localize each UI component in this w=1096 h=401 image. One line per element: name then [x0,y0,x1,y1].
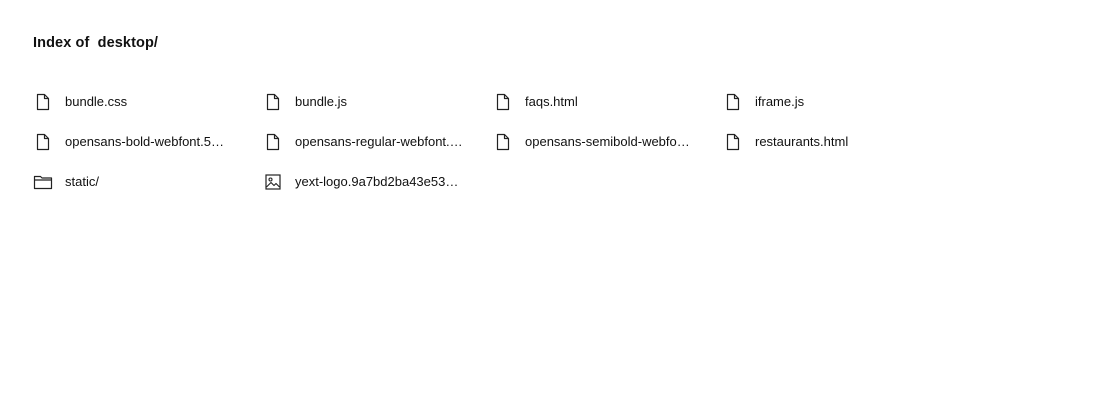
file-icon [493,132,513,152]
file-entry-bundle-css[interactable]: bundle.css [33,82,263,122]
file-entry-restaurants-html[interactable]: restaurants.html [723,122,953,162]
file-icon [263,92,283,112]
file-icon [33,132,53,152]
file-entry-opensans-semibold-webfont[interactable]: opensans-semibold-webfo… [493,122,723,162]
page-title: Index of desktop/ [33,35,159,51]
file-listing: bundle.css bundle.js faqs.html iframe.js… [33,82,953,202]
folder-entry-static[interactable]: static/ [33,162,263,202]
file-entry-label: opensans-bold-webfont.5… [65,134,224,149]
file-icon [723,132,743,152]
file-entry-label: opensans-regular-webfont.… [295,134,463,149]
file-entry-faqs-html[interactable]: faqs.html [493,82,723,122]
file-icon [493,92,513,112]
file-entry-bundle-js[interactable]: bundle.js [263,82,493,122]
file-entry-label: yext-logo.9a7bd2ba43e53… [295,174,459,189]
file-icon [723,92,743,112]
file-entry-iframe-js[interactable]: iframe.js [723,82,953,122]
file-entry-label: bundle.js [295,94,348,109]
file-entry-label: restaurants.html [755,134,849,149]
image-icon [263,172,283,192]
file-entry-label: static/ [65,174,99,189]
file-entry-label: faqs.html [525,94,578,109]
file-entry-label: bundle.css [65,94,128,109]
file-entry-label: iframe.js [755,94,805,109]
file-entry-opensans-bold-webfont[interactable]: opensans-bold-webfont.5… [33,122,263,162]
file-icon [33,92,53,112]
file-entry-opensans-regular-webfont[interactable]: opensans-regular-webfont.… [263,122,493,162]
file-icon [263,132,283,152]
folder-icon [33,172,53,192]
file-entry-yext-logo[interactable]: yext-logo.9a7bd2ba43e53… [263,162,493,202]
file-entry-label: opensans-semibold-webfo… [525,134,690,149]
